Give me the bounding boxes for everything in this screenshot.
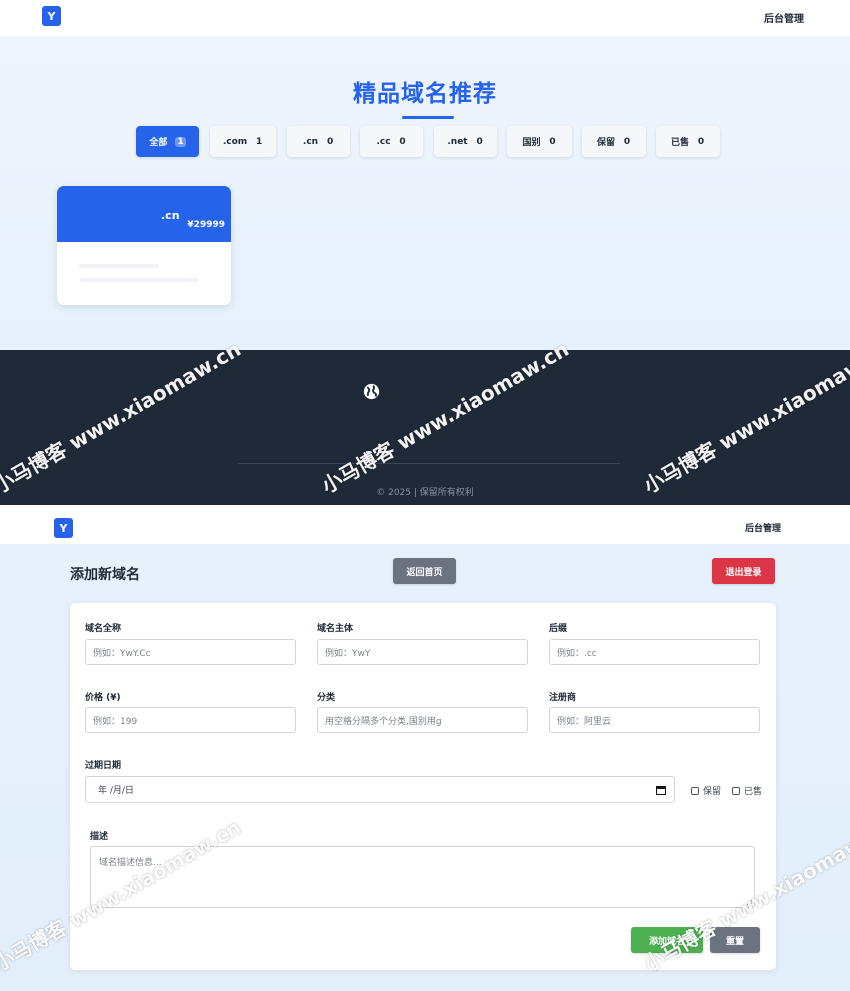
- filter-count: 0: [549, 136, 556, 147]
- back-home-button[interactable]: 返回首页: [393, 558, 456, 584]
- expiry-date-value: 年 /月/日: [98, 786, 134, 796]
- filter-label: 国别: [522, 138, 541, 148]
- globe-icon: [363, 383, 380, 400]
- filter-count: 0: [623, 136, 631, 147]
- reserved-checkbox-box[interactable]: [691, 786, 699, 795]
- admin-link[interactable]: 后台管理: [764, 10, 804, 25]
- category-label: 分类: [317, 693, 336, 703]
- category-input[interactable]: 用空格分隔多个分类,国别用g: [317, 707, 528, 733]
- card-text-placeholder: [79, 264, 159, 268]
- expiry-date-input[interactable]: 年 /月/日: [85, 776, 675, 803]
- filter-chip-all[interactable]: 全部 1: [136, 126, 199, 157]
- filter-chip-net[interactable]: .net 0: [434, 126, 497, 157]
- filter-label: 保留: [596, 138, 615, 148]
- filter-count: 0: [399, 136, 406, 147]
- domain-price: ¥29999: [187, 220, 225, 230]
- filter-label: .cc: [376, 136, 391, 147]
- calendar-icon[interactable]: [656, 785, 666, 795]
- add-domain-submit-button[interactable]: 添加域名: [631, 927, 703, 953]
- resize-handle-icon[interactable]: [746, 899, 752, 905]
- page-heading: 添加新域名: [70, 567, 140, 583]
- expiry-label: 过期日期: [85, 761, 122, 771]
- price-placeholder: 例如：199: [93, 716, 138, 727]
- domain-card[interactable]: .cn ¥29999: [57, 186, 231, 305]
- sold-checkbox-box[interactable]: [732, 786, 740, 795]
- filter-count: 0: [697, 136, 705, 147]
- add-domain-page: 添加新域名 返回首页 退出登录 域名全称 例如：YwY.Cc 域名主体 例如：Y…: [0, 544, 850, 991]
- filter-label: .net: [447, 136, 468, 147]
- site-footer: © 2025 | 保留所有权利: [0, 350, 850, 505]
- filter-chip-reserved[interactable]: 保留 0: [582, 126, 646, 157]
- registrar-placeholder: 例如：阿里云: [557, 716, 612, 727]
- reserved-label: 保留: [703, 787, 722, 797]
- category-placeholder: 用空格分隔多个分类,国别用g: [325, 716, 442, 727]
- filter-bar: 全部 1 .com 1 .cn 0 .cc 0 .net 0 国别 0 保留 0…: [0, 126, 850, 157]
- domain-card-header: .cn ¥29999: [57, 186, 231, 242]
- copyright-text: © 2025 | 保留所有权利: [376, 488, 474, 498]
- filter-label: 全部: [149, 138, 168, 148]
- suffix-placeholder: 例如：.cc: [557, 648, 597, 659]
- registrar-label: 注册商: [549, 693, 577, 703]
- price-input[interactable]: 例如：199: [85, 707, 296, 733]
- filter-chip-cc[interactable]: .cc 0: [360, 126, 423, 157]
- filter-count: 1: [256, 136, 263, 147]
- site-logo[interactable]: Y: [42, 6, 61, 26]
- reserved-checkbox[interactable]: 保留: [691, 784, 721, 797]
- filter-label: .com: [222, 136, 248, 147]
- logout-button[interactable]: 退出登录: [712, 558, 775, 584]
- title-underline: [402, 116, 454, 119]
- hero-section: 精品域名推荐 全部 1 .com 1 .cn 0 .cc 0 .net 0 国别…: [0, 36, 850, 350]
- subject-placeholder: 例如：YwY: [325, 648, 371, 659]
- registrar-input[interactable]: 例如：阿里云: [549, 707, 760, 733]
- top-navbar: Y 后台管理: [0, 0, 850, 36]
- filter-label: .cn: [302, 136, 319, 147]
- subject-input[interactable]: 例如：YwY: [317, 639, 528, 665]
- admin-link[interactable]: 后台管理: [745, 521, 781, 534]
- description-label: 描述: [90, 832, 109, 842]
- description-placeholder: 域名描述信息...: [99, 858, 162, 868]
- suffix-input[interactable]: 例如：.cc: [549, 639, 760, 665]
- suffix-label: 后缀: [549, 624, 568, 634]
- filter-chip-cn[interactable]: .cn 0: [287, 126, 350, 157]
- filter-count: 0: [476, 136, 483, 147]
- filter-count: 1: [175, 136, 186, 147]
- description-textarea[interactable]: 域名描述信息...: [90, 846, 755, 908]
- site-logo[interactable]: Y: [54, 518, 73, 538]
- subject-label: 域名主体: [317, 624, 354, 634]
- full-name-label: 域名全称: [85, 624, 122, 634]
- filter-label: 已售: [670, 138, 689, 148]
- filter-chip-com[interactable]: .com 1: [210, 126, 276, 157]
- footer-divider: [238, 463, 620, 464]
- sold-checkbox[interactable]: 已售: [732, 784, 762, 797]
- filter-count: 0: [326, 136, 334, 147]
- full-name-input[interactable]: 例如：YwY.Cc: [85, 639, 296, 665]
- admin-navbar: Y 后台管理: [0, 505, 850, 544]
- filter-chip-country[interactable]: 国别 0: [507, 126, 572, 157]
- sold-label: 已售: [744, 787, 763, 797]
- full-name-placeholder: 例如：YwY.Cc: [93, 648, 151, 659]
- price-label: 价格 (¥): [85, 693, 121, 703]
- filter-chip-sold[interactable]: 已售 0: [656, 126, 720, 157]
- domain-suffix: .cn: [161, 209, 180, 222]
- add-domain-form: 域名全称 例如：YwY.Cc 域名主体 例如：YwY 后缀 例如：.cc 价格 …: [70, 603, 776, 970]
- reset-button[interactable]: 重置: [710, 927, 760, 953]
- card-text-placeholder: [79, 278, 199, 282]
- page-title: 精品域名推荐: [353, 81, 497, 107]
